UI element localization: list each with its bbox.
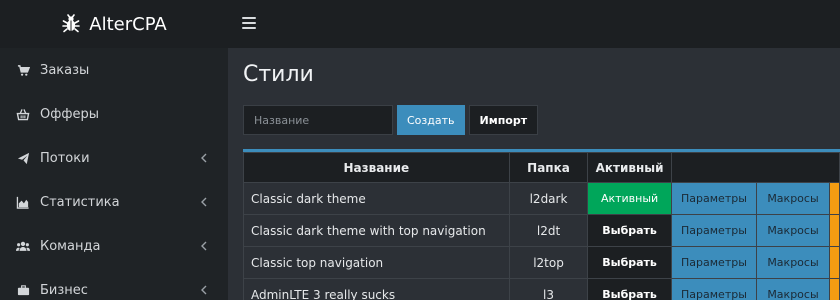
chevron-left-icon xyxy=(201,197,207,207)
area-chart-icon xyxy=(16,195,30,209)
table-row: Classic dark theme with top navigation l… xyxy=(243,214,840,247)
table-row: AdminLTE 3 really sucks l3 Выбрать Парам… xyxy=(243,278,840,300)
style-folder: l2top xyxy=(508,246,589,279)
style-folder: l2dt xyxy=(508,214,589,247)
select-button[interactable]: Выбрать xyxy=(588,215,671,246)
chevron-left-icon xyxy=(201,285,207,295)
table-row: Classic top navigation l2top Выбрать Пар… xyxy=(243,246,840,279)
import-button[interactable]: Импорт xyxy=(468,105,539,135)
create-style-form: Создать Импорт xyxy=(243,105,539,135)
style-folder: l3 xyxy=(508,278,589,300)
sidebar-item-offers[interactable]: Офферы xyxy=(0,92,228,136)
sidebar: Заказы Офферы Потоки Статистика Команда … xyxy=(0,48,228,300)
sidebar-item-label: Заказы xyxy=(40,62,90,78)
styles-table: Название Папка Активный Classic dark the… xyxy=(243,152,840,300)
params-button[interactable]: Параметры xyxy=(671,183,757,214)
delete-button[interactable] xyxy=(828,278,840,300)
style-name: Classic dark theme xyxy=(243,182,510,215)
sidebar-item-orders[interactable]: Заказы xyxy=(0,48,228,92)
style-folder: l2dark xyxy=(508,182,589,215)
column-header-folder: Папка xyxy=(508,152,589,183)
briefcase-icon xyxy=(16,283,30,297)
name-input[interactable] xyxy=(243,105,393,135)
sidebar-item-team[interactable]: Команда xyxy=(0,224,228,268)
column-header-active: Активный xyxy=(587,152,672,183)
column-header-name: Название xyxy=(243,152,510,183)
basket-icon xyxy=(16,107,30,121)
top-navbar xyxy=(228,0,840,48)
styles-table-box: Название Папка Активный Classic dark the… xyxy=(243,149,840,300)
sidebar-item-label: Бизнес xyxy=(40,282,88,298)
macros-button[interactable]: Макросы xyxy=(757,215,829,246)
chevron-left-icon xyxy=(201,241,207,251)
bug-icon xyxy=(62,14,81,33)
style-name: Classic dark theme with top navigation xyxy=(243,214,510,247)
delete-button[interactable] xyxy=(828,182,840,215)
active-badge: Активный xyxy=(588,183,671,214)
params-button[interactable]: Параметры xyxy=(671,215,757,246)
create-button[interactable]: Создать xyxy=(397,105,465,135)
params-button[interactable]: Параметры xyxy=(671,279,757,300)
sidebar-item-label: Офферы xyxy=(40,106,99,122)
sidebar-item-statistics[interactable]: Статистика xyxy=(0,180,228,224)
sidebar-item-label: Статистика xyxy=(40,194,120,210)
chevron-left-icon xyxy=(201,153,207,163)
users-icon xyxy=(16,239,30,253)
style-name: Classic top navigation xyxy=(243,246,510,279)
table-header-row: Название Папка Активный xyxy=(243,152,840,183)
cart-icon xyxy=(16,63,30,77)
select-button[interactable]: Выбрать xyxy=(588,247,671,278)
page-title: Стили xyxy=(243,62,314,87)
sidebar-item-label: Потоки xyxy=(40,150,90,166)
menu-toggle-icon[interactable] xyxy=(242,17,256,29)
macros-button[interactable]: Макросы xyxy=(757,279,829,300)
sidebar-item-label: Команда xyxy=(40,238,101,254)
sidebar-item-streams[interactable]: Потоки xyxy=(0,136,228,180)
params-button[interactable]: Параметры xyxy=(671,247,757,278)
paper-plane-icon xyxy=(16,151,30,165)
macros-button[interactable]: Макросы xyxy=(757,183,829,214)
brand-logo[interactable]: AlterCPA xyxy=(0,0,228,48)
macros-button[interactable]: Макросы xyxy=(757,247,829,278)
select-button[interactable]: Выбрать xyxy=(588,279,671,300)
column-header-actions xyxy=(670,152,840,183)
style-name: AdminLTE 3 really sucks xyxy=(243,278,510,300)
sidebar-item-business[interactable]: Бизнес xyxy=(0,268,228,300)
table-row: Classic dark theme l2dark Активный Парам… xyxy=(243,182,840,215)
delete-button[interactable] xyxy=(828,246,840,279)
delete-button[interactable] xyxy=(828,214,840,247)
main-content: Стили Создать Импорт Название Папка Акти… xyxy=(228,48,840,300)
brand-name: AlterCPA xyxy=(89,13,167,35)
